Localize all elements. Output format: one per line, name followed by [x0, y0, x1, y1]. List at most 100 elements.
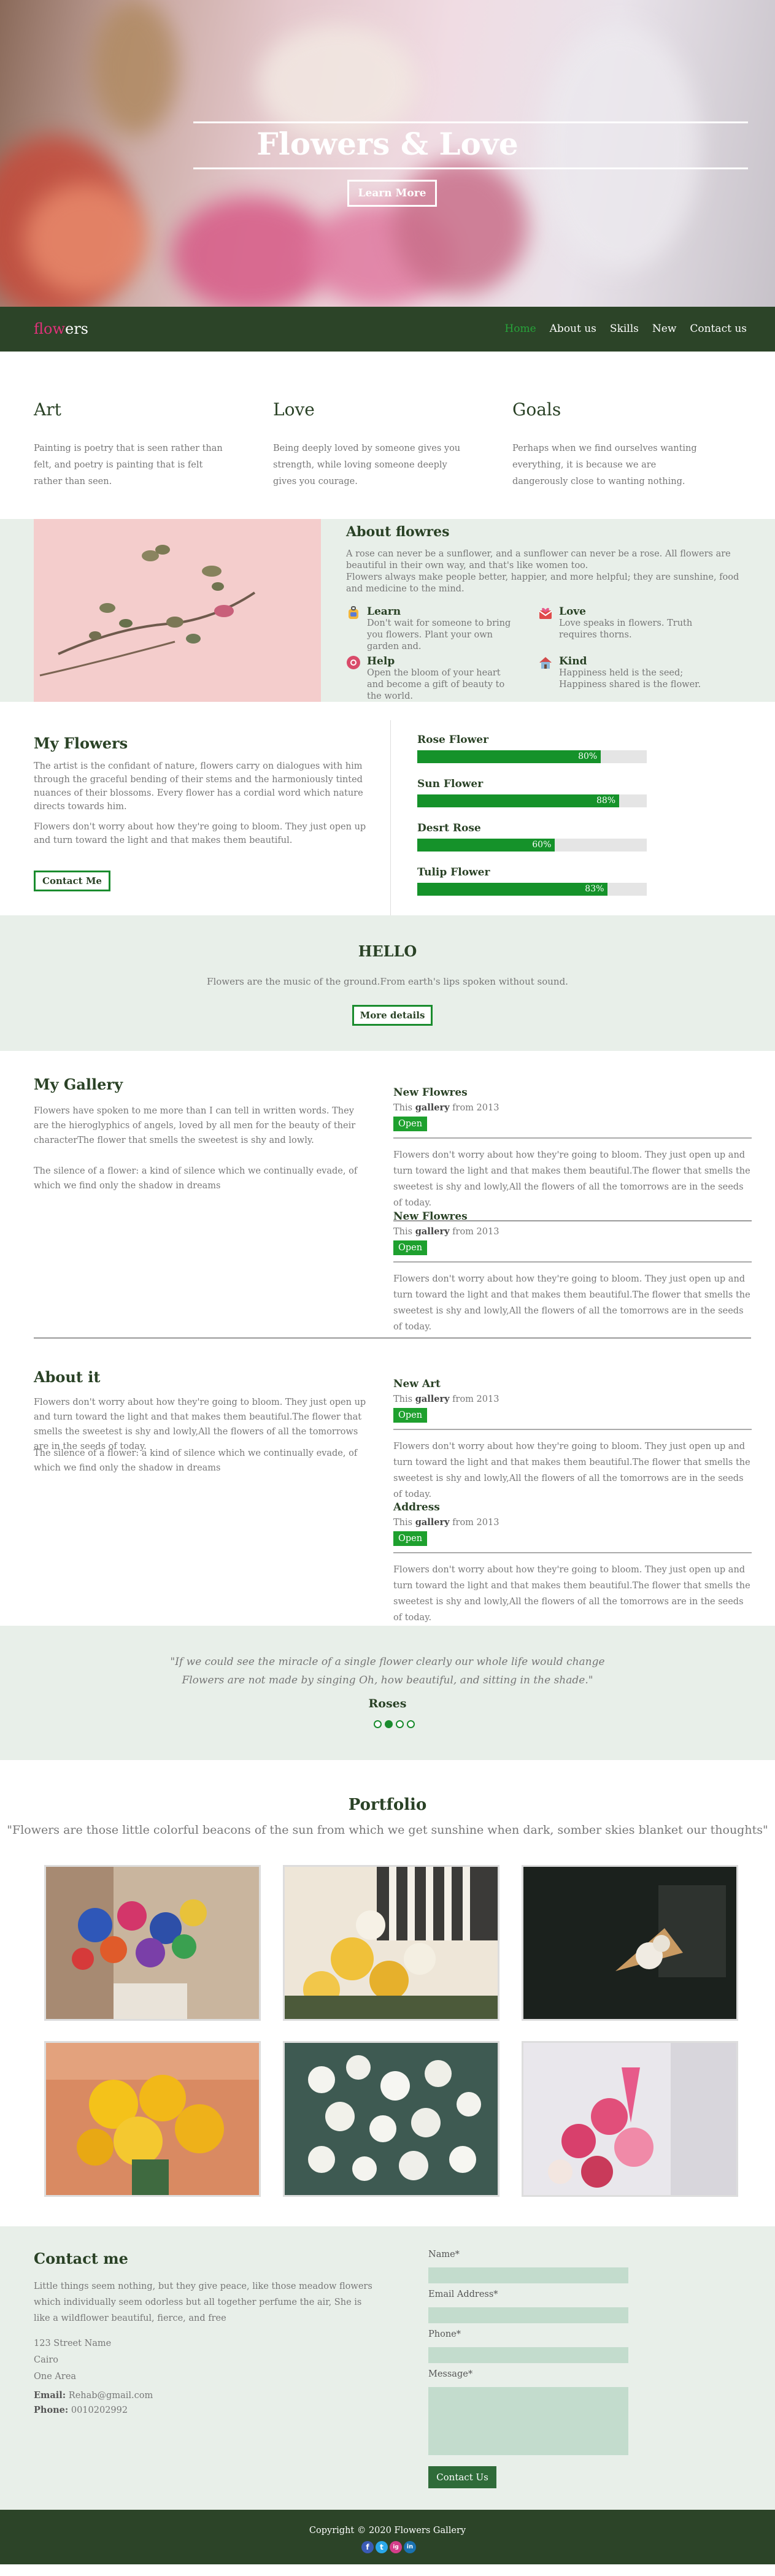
message-label: Message* — [428, 2369, 473, 2379]
message-field[interactable] — [428, 2387, 628, 2455]
gallery-paragraph: The silence of a flower: a kind of silen… — [34, 1166, 358, 1191]
skills-section: My Flowers The artist is the confidant o… — [0, 702, 775, 915]
portfolio-image[interactable] — [283, 1865, 499, 2021]
phone-field[interactable] — [428, 2347, 628, 2363]
backpack-icon — [349, 606, 358, 619]
gallery-item-sub: This gallery from 2013 — [393, 1102, 499, 1113]
portfolio-image[interactable] — [522, 2041, 738, 2197]
open-button[interactable]: Open — [393, 1117, 428, 1131]
feature-title: Kind — [559, 655, 587, 667]
item-sub: This gallery from 2013 — [393, 1517, 499, 1528]
skill-fill: 60% — [417, 839, 555, 852]
divider — [390, 720, 391, 915]
skill-fill: 83% — [417, 883, 608, 896]
contact-text: Little things seem nothing, but they giv… — [34, 2282, 372, 2323]
email-label: Email Address* — [428, 2290, 498, 2299]
name-label: Name* — [428, 2250, 460, 2259]
carousel-dot-active[interactable] — [385, 1720, 393, 1728]
nav-skills[interactable]: Skills — [610, 323, 639, 335]
hello-title: HELLO — [358, 942, 417, 960]
column-title: Art — [34, 399, 61, 420]
portfolio-image[interactable] — [522, 1865, 738, 2021]
help-icon — [347, 656, 360, 669]
portfolio-image[interactable] — [44, 1865, 261, 2021]
open-button[interactable]: Open — [393, 1240, 428, 1255]
about-text: A rose can never be a sunflower, and a s… — [346, 549, 739, 594]
nav-contact-us[interactable]: Contact us — [690, 323, 747, 335]
feature-title: Learn — [367, 606, 401, 618]
name-field[interactable] — [428, 2267, 628, 2283]
skills-paragraph: The artist is the confidant of nature, f… — [34, 761, 363, 812]
linkedin-icon[interactable]: in — [404, 2541, 416, 2553]
contact-title: Contact me — [34, 2250, 128, 2267]
about-image — [34, 519, 321, 702]
social-links: f t ig in — [361, 2541, 416, 2553]
gallery-item-text: Flowers don't worry about how they're go… — [393, 1274, 750, 1332]
hero-divider-top — [193, 121, 748, 123]
skill-name: Rose Flower — [417, 734, 489, 746]
facebook-icon[interactable]: f — [361, 2541, 374, 2553]
gallery-item-title: New Flowres — [393, 1210, 468, 1223]
divider — [393, 1261, 752, 1263]
twitter-icon[interactable]: t — [376, 2541, 388, 2553]
feature-title: Love — [559, 606, 586, 618]
column-art: Art Painting is poetry that is seen rath… — [34, 399, 224, 490]
skill-fill: 80% — [417, 750, 601, 763]
nav-about-us[interactable]: About us — [550, 323, 596, 335]
portfolio-image[interactable] — [44, 2041, 261, 2197]
about-it-title: About it — [34, 1368, 101, 1386]
gallery-section: My Gallery Flowers have spoken to me mor… — [0, 1051, 775, 1339]
gallery-item: New Flowres This gallery from 2013 Open … — [393, 1086, 752, 1211]
about-section: About flowres A rose can never be a sunf… — [0, 519, 775, 702]
hero-section: Flowers & Love Learn More — [0, 0, 775, 307]
about-it-paragraph: The silence of a flower: a kind of silen… — [34, 1448, 358, 1473]
about-it-section: About it Flowers don't worry about how t… — [0, 1339, 775, 1626]
item-sub: This gallery from 2013 — [393, 1394, 499, 1404]
nav-new[interactable]: New — [652, 323, 677, 335]
column-love: Love Being deeply loved by someone gives… — [273, 399, 463, 490]
skills-title: My Flowers — [34, 734, 128, 752]
contact-me-button[interactable]: Contact Me — [34, 871, 110, 891]
divider — [393, 1429, 752, 1430]
gallery-item-title: New Flowres — [393, 1086, 468, 1099]
contact-us-button[interactable]: Contact Us — [428, 2466, 496, 2488]
portfolio-image[interactable] — [283, 2041, 499, 2197]
item-title: Address — [393, 1501, 440, 1513]
heart-mail-icon — [539, 608, 552, 619]
column-text: Being deeply loved by someone gives you … — [273, 444, 461, 486]
intro-columns: Art Painting is poetry that is seen rath… — [0, 352, 775, 519]
email-field[interactable] — [428, 2307, 628, 2323]
learn-more-button[interactable]: Learn More — [347, 180, 437, 207]
divider — [393, 1552, 752, 1553]
feature-learn: Learn Don't wait for someone to bring yo… — [346, 606, 512, 653]
column-title: Love — [273, 399, 315, 420]
carousel-dot[interactable] — [396, 1720, 404, 1728]
feature-text: Don't wait for someone to bring you flow… — [367, 618, 511, 652]
carousel-dot[interactable] — [374, 1720, 382, 1728]
skill-bar: Rose Flower 80% — [417, 734, 647, 763]
skill-name: Desrt Rose — [417, 822, 481, 834]
nav-home[interactable]: Home — [504, 323, 536, 335]
instagram-icon[interactable]: ig — [390, 2541, 402, 2553]
portfolio-section: Portfolio "Flowers are those little colo… — [0, 1760, 775, 2226]
feature-love: Love Love speaks in flowers. Truth requi… — [538, 606, 704, 641]
hello-text: Flowers are the music of the ground.From… — [207, 976, 568, 987]
gallery-item: New Flowres This gallery from 2013 Open … — [393, 1210, 752, 1335]
carousel-dot[interactable] — [407, 1720, 415, 1728]
contact-section: Contact me Little things seem nothing, b… — [0, 2226, 775, 2510]
gallery-item-text: Flowers don't worry about how they're go… — [393, 1150, 750, 1208]
column-goals: Goals Perhaps when we find ourselves wan… — [512, 399, 703, 490]
gallery-title: My Gallery — [34, 1075, 123, 1093]
testimonial-quote: "If we could see the miracle of a single… — [170, 1656, 605, 1686]
open-button[interactable]: Open — [393, 1531, 428, 1546]
more-details-button[interactable]: More details — [352, 1005, 433, 1026]
divider — [393, 1137, 752, 1139]
carousel-dots — [374, 1720, 415, 1728]
house-icon — [539, 657, 552, 669]
skill-bar: Desrt Rose 60% — [417, 822, 647, 852]
open-button[interactable]: Open — [393, 1408, 428, 1423]
portfolio-title: Portfolio — [348, 1796, 427, 1814]
skill-name: Sun Flower — [417, 778, 484, 790]
about-it-paragraph: Flowers don't worry about how they're go… — [34, 1398, 366, 1451]
site-logo[interactable]: flowers — [34, 320, 88, 337]
